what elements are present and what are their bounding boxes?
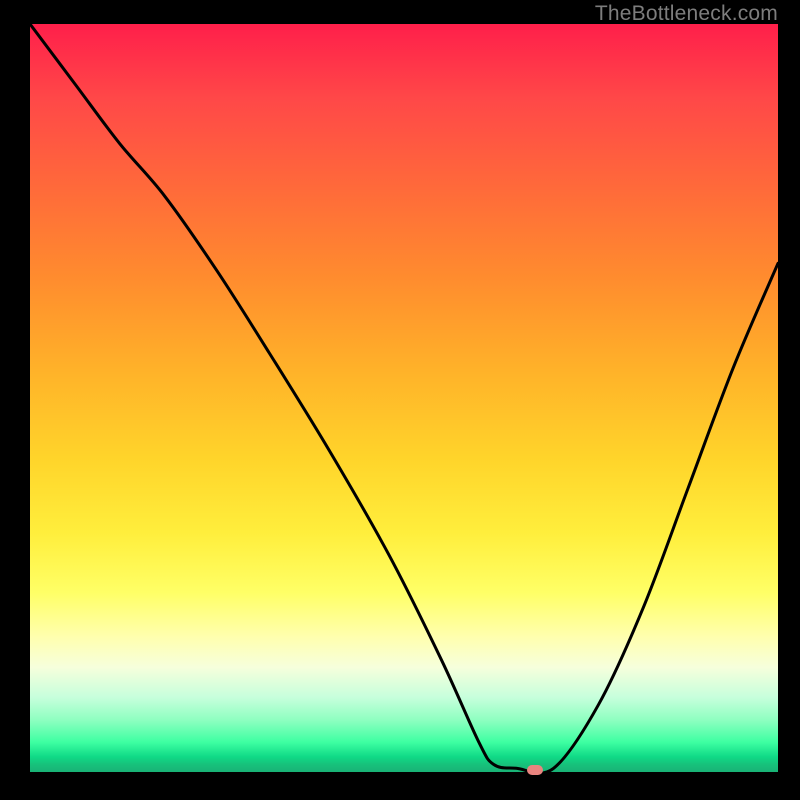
chart-frame: TheBottleneck.com [0,0,800,800]
optimal-marker [527,765,543,775]
watermark-text: TheBottleneck.com [595,2,778,26]
plot-area [30,24,778,772]
bottleneck-curve [30,24,778,772]
